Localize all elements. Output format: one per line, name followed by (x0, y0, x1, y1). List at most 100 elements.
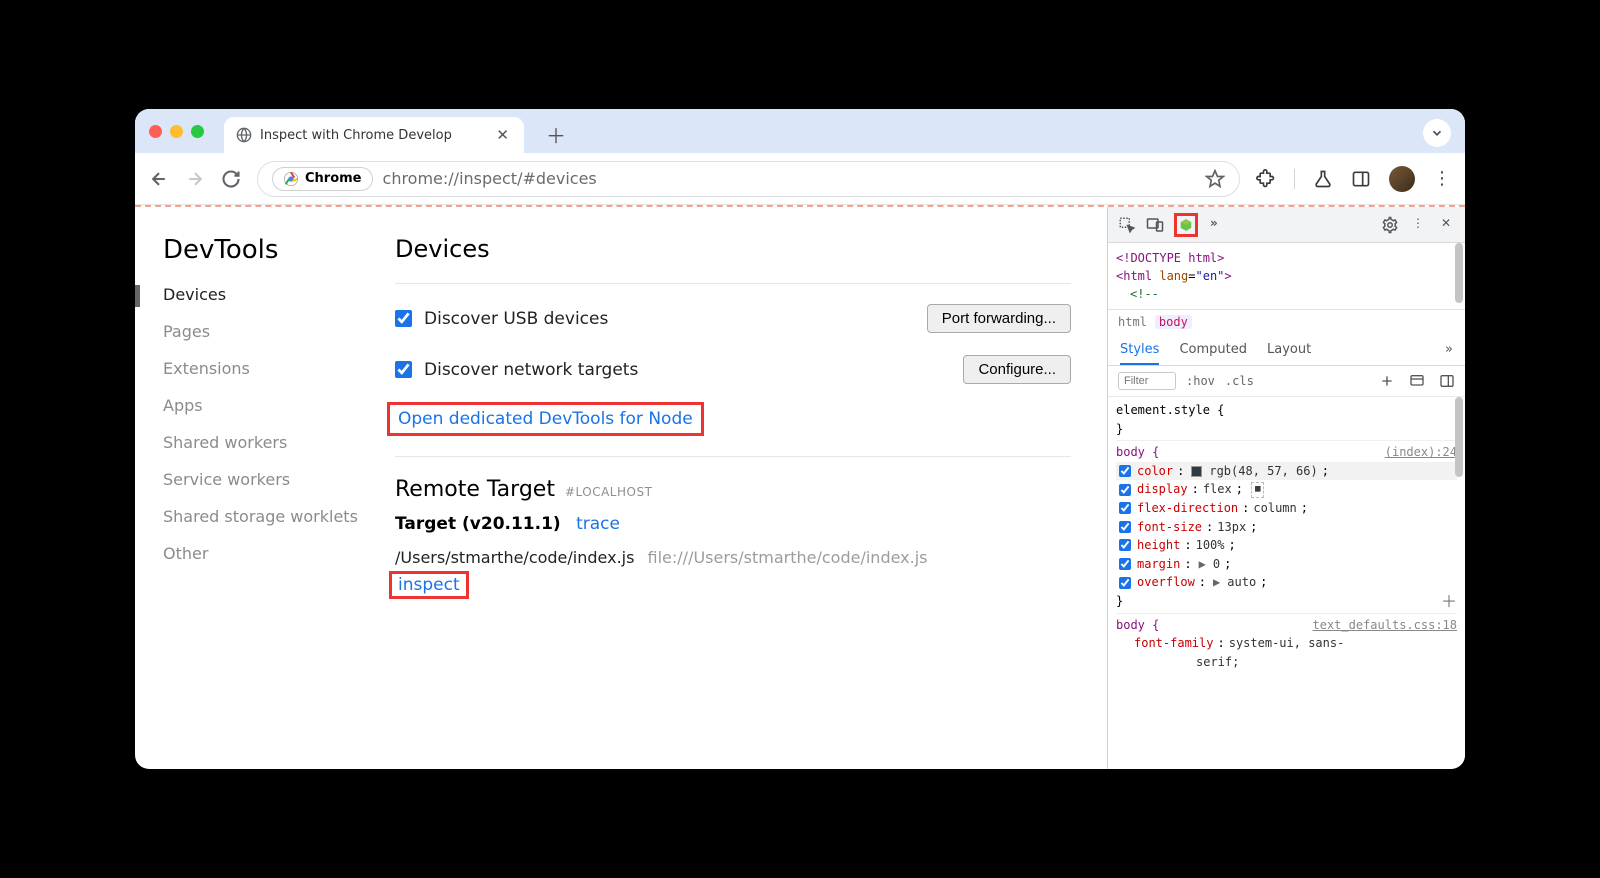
chrome-badge: Chrome (272, 167, 373, 191)
sidebar: DevTools Devices Pages Extensions Apps S… (135, 207, 395, 769)
css-prop-margin[interactable]: margin:▶0; (1116, 555, 1457, 574)
prop-checkbox[interactable] (1119, 577, 1131, 589)
prop-checkbox[interactable] (1119, 465, 1131, 477)
target-line: Target (v20.11.1) trace (395, 514, 1071, 534)
sidebar-item-extensions[interactable]: Extensions (163, 359, 395, 378)
styles-filter-row: :hov .cls (1108, 366, 1465, 397)
trace-link[interactable]: trace (576, 514, 620, 534)
close-tab-icon[interactable]: ✕ (493, 126, 512, 144)
side-panel-icon[interactable] (1351, 169, 1371, 189)
css-prop-font-size[interactable]: font-size: 13px; (1116, 518, 1457, 537)
browser-window: Inspect with Chrome Develop ✕ ＋ Chrome c… (135, 109, 1465, 769)
reload-button[interactable] (221, 169, 241, 189)
discover-network-checkbox[interactable] (395, 361, 412, 378)
styles-more-tabs-icon[interactable]: » (1445, 342, 1453, 365)
remote-target-heading: Remote Target #LOCALHOST (395, 477, 1071, 502)
sidebar-item-service-workers[interactable]: Service workers (163, 470, 395, 489)
css-prop-overflow[interactable]: overflow:▶auto; (1116, 573, 1457, 592)
target-label: Target (395, 514, 456, 534)
expand-triangle-icon[interactable]: ▶ (1199, 555, 1206, 574)
sidebar-item-pages[interactable]: Pages (163, 322, 395, 341)
flex-badge-icon[interactable]: ▦ (1251, 482, 1264, 498)
devtools-menu-icon[interactable]: ⋮ (1409, 216, 1427, 234)
configure-button[interactable]: Configure... (963, 355, 1071, 384)
css-prop-font-family-cont: serif; (1116, 653, 1457, 672)
discover-usb-checkbox[interactable] (395, 310, 412, 327)
dom-tree[interactable]: <!DOCTYPE html> <html lang="en"> <!-- (1108, 243, 1465, 309)
css-rules[interactable]: element.style { } (index):24 body { colo… (1108, 397, 1465, 769)
css-prop-font-family[interactable]: font-family: system-ui, sans- (1116, 634, 1457, 653)
crumb-body[interactable]: body (1155, 315, 1192, 329)
sidebar-item-devices[interactable]: Devices (163, 285, 395, 304)
network-row: Discover network targets Configure... (395, 355, 1071, 384)
styles-filter-input[interactable] (1118, 372, 1176, 390)
close-devtools-icon[interactable]: ✕ (1437, 216, 1455, 234)
prop-checkbox[interactable] (1119, 539, 1131, 551)
remote-target-title: Remote Target (395, 477, 555, 502)
tabs-menu-button[interactable] (1423, 119, 1451, 147)
sidebar-item-shared-storage-worklets[interactable]: Shared storage worklets (163, 507, 395, 526)
css-prop-color[interactable]: color:rgb(48, 57, 66); (1116, 462, 1457, 481)
device-toggle-icon[interactable] (1146, 216, 1164, 234)
rules-scrollbar[interactable] (1455, 397, 1463, 477)
inspect-link[interactable]: inspect (389, 571, 469, 599)
css-prop-height[interactable]: height: 100%; (1116, 536, 1457, 555)
content-row: DevTools Devices Pages Extensions Apps S… (135, 205, 1465, 769)
extensions-icon[interactable] (1256, 169, 1276, 189)
tab-title: Inspect with Chrome Develop (260, 128, 485, 143)
sidebar-item-shared-workers[interactable]: Shared workers (163, 433, 395, 452)
inspect-element-icon[interactable] (1118, 216, 1136, 234)
color-swatch-icon[interactable] (1191, 466, 1202, 477)
usb-row: Discover USB devices Port forwarding... (395, 304, 1071, 333)
hov-toggle[interactable]: :hov (1186, 374, 1215, 388)
new-tab-button[interactable]: ＋ (546, 120, 566, 149)
port-forwarding-button[interactable]: Port forwarding... (927, 304, 1071, 333)
browser-menu-icon[interactable]: ⋮ (1433, 168, 1451, 189)
add-property-icon[interactable]: ＋ (1441, 590, 1457, 615)
rule-source-index[interactable]: (index):24 (1385, 443, 1457, 462)
element-style-header: element.style { (1116, 401, 1457, 420)
close-window-icon[interactable] (149, 125, 162, 138)
prop-checkbox[interactable] (1119, 558, 1131, 570)
sidebar-item-apps[interactable]: Apps (163, 396, 395, 415)
toggle-sidebar-icon[interactable] (1439, 373, 1455, 389)
brace-close: } (1116, 592, 1457, 611)
expand-triangle-icon[interactable]: ▶ (1213, 573, 1220, 592)
profile-avatar[interactable] (1389, 166, 1415, 192)
prop-checkbox[interactable] (1119, 502, 1131, 514)
open-node-devtools-link[interactable]: Open dedicated DevTools for Node (387, 402, 704, 436)
devtools-top-bar: » ⋮ ✕ (1108, 207, 1465, 243)
sidebar-item-other[interactable]: Other (163, 544, 395, 563)
browser-tab[interactable]: Inspect with Chrome Develop ✕ (224, 117, 524, 153)
tab-layout[interactable]: Layout (1267, 342, 1311, 365)
forward-button[interactable] (185, 169, 205, 189)
prop-checkbox[interactable] (1119, 521, 1131, 533)
experiments-icon[interactable] (1313, 169, 1333, 189)
rule-source-textdefaults[interactable]: text_defaults.css:18 (1313, 616, 1458, 635)
maximize-window-icon[interactable] (191, 125, 204, 138)
bookmark-star-icon[interactable] (1205, 169, 1225, 189)
brace-close: } (1116, 420, 1457, 439)
crumb-html[interactable]: html (1118, 315, 1147, 329)
dom-html-open-after: > (1224, 269, 1231, 283)
dom-comment: <!-- (1130, 287, 1159, 301)
prop-checkbox[interactable] (1119, 484, 1131, 496)
css-prop-flex-direction[interactable]: flex-direction: column; (1116, 499, 1457, 518)
remote-target-subtitle: #LOCALHOST (565, 485, 652, 499)
target-file-url: file:///Users/stmarthe/code/index.js (648, 548, 928, 567)
settings-gear-icon[interactable] (1381, 216, 1399, 234)
tab-styles[interactable]: Styles (1120, 342, 1159, 365)
new-style-rule-icon[interactable] (1379, 373, 1395, 389)
computed-styles-icon[interactable] (1409, 373, 1425, 389)
back-button[interactable] (149, 169, 169, 189)
devtools-panel: » ⋮ ✕ <!DOCTYPE html> <html lang="en"> <… (1107, 207, 1465, 769)
tab-computed[interactable]: Computed (1179, 342, 1247, 365)
dom-scrollbar[interactable] (1455, 243, 1463, 303)
inspect-page: DevTools Devices Pages Extensions Apps S… (135, 207, 1107, 769)
minimize-window-icon[interactable] (170, 125, 183, 138)
nodejs-icon[interactable] (1174, 213, 1198, 237)
css-prop-display[interactable]: display: flex;▦ (1116, 480, 1457, 499)
address-bar[interactable]: Chrome chrome://inspect/#devices (257, 161, 1240, 197)
cls-toggle[interactable]: .cls (1225, 374, 1254, 388)
more-tabs-icon[interactable]: » (1210, 216, 1228, 234)
